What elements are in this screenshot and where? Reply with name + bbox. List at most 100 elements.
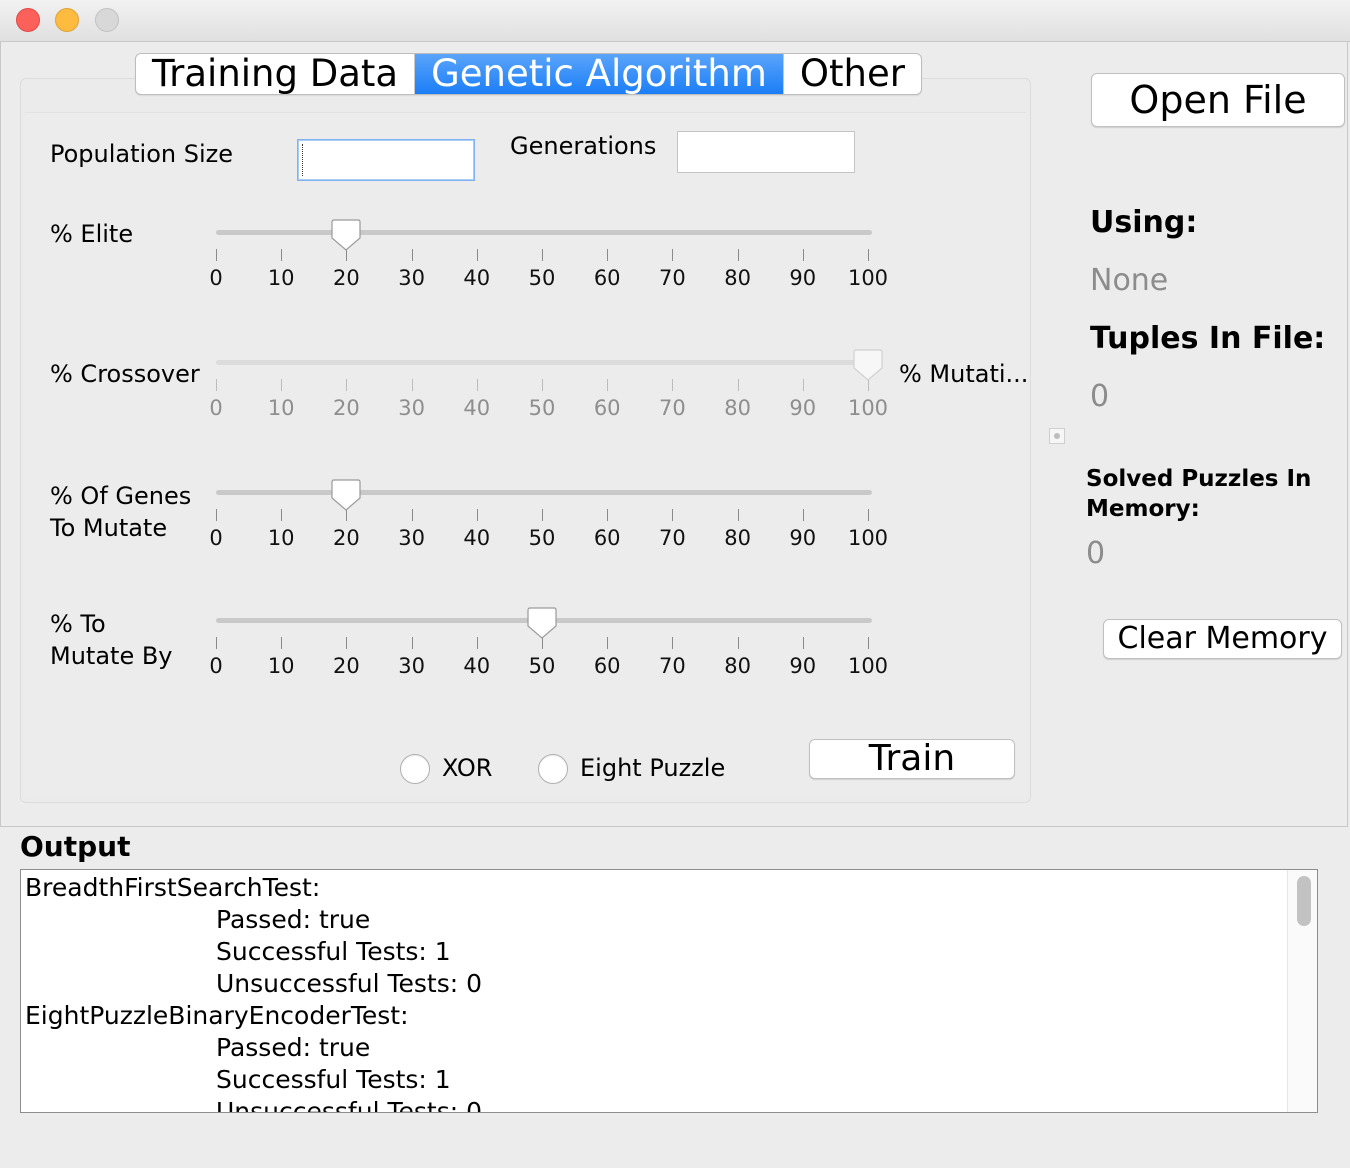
slider-track — [216, 230, 872, 235]
slider-tick — [411, 637, 413, 649]
slider-tick — [411, 249, 413, 261]
minimize-window-button[interactable] — [55, 8, 79, 32]
population-size-label: Population Size — [50, 140, 233, 168]
output-scrollbar[interactable] — [1287, 870, 1317, 1112]
slider-tick — [346, 637, 348, 649]
slider-tick-label: 90 — [789, 526, 817, 550]
slider-tick — [281, 509, 283, 521]
elite-label: % Elite — [50, 220, 134, 248]
mutate-by-slider[interactable]: 0 10 20 30 40 50 60 70 80 90 100 — [209, 606, 888, 678]
genes-to-mutate-label-line2: To Mutate — [50, 514, 168, 542]
output-line: Unsuccessful Tests: 0 — [216, 969, 483, 998]
tab-bar: Training Data Genetic Algorithm Other — [135, 53, 922, 95]
mutate-by-label-line2: Mutate By — [50, 642, 173, 670]
tab-other[interactable]: Other — [784, 54, 921, 94]
slider-tick-label: 30 — [398, 526, 425, 550]
slider-tick-label: 80 — [724, 654, 751, 678]
output-line: Unsuccessful Tests: 0 — [216, 1097, 483, 1113]
slider-tick — [607, 509, 609, 521]
slider-thumb[interactable] — [526, 606, 558, 640]
open-file-button[interactable]: Open File — [1091, 73, 1345, 127]
output-title: Output — [20, 830, 131, 863]
output-line: Successful Tests: 1 — [216, 1065, 451, 1094]
slider-tick-label: 60 — [593, 526, 621, 550]
output-line: Successful Tests: 1 — [216, 937, 451, 966]
slider-tick-label: 10 — [267, 526, 295, 550]
slider-tick-label: 100 — [847, 266, 889, 290]
slider-tick-label: 40 — [463, 526, 491, 550]
slider-tick-label: 10 — [267, 266, 295, 290]
slider-tick-label: 80 — [724, 266, 751, 290]
slider-track — [216, 360, 872, 365]
slider-tick — [802, 379, 804, 391]
slider-tick-label: 60 — [593, 396, 621, 420]
slider-tick-label: 50 — [528, 266, 556, 290]
train-button[interactable]: Train — [809, 739, 1015, 779]
slider-tick — [281, 637, 283, 649]
slider-tick-label: 100 — [847, 654, 889, 678]
zoom-window-button[interactable] — [95, 8, 119, 32]
close-window-button[interactable] — [16, 8, 40, 32]
slider-tick — [737, 509, 739, 521]
clear-memory-button[interactable]: Clear Memory — [1103, 619, 1342, 659]
slider-tick — [281, 249, 283, 261]
slider-tick — [737, 637, 739, 649]
genetic-algorithm-panel — [25, 112, 1026, 798]
slider-tick — [607, 637, 609, 649]
slider-tick-label: 10 — [267, 654, 295, 678]
slider-tick-label: 70 — [659, 654, 686, 678]
slider-tick-label: 30 — [398, 266, 425, 290]
slider-tick-label: 20 — [333, 396, 360, 420]
output-scrollbar-thumb[interactable] — [1297, 876, 1311, 926]
slider-tick-label: 70 — [659, 396, 686, 420]
slider-tick-label: 50 — [528, 396, 556, 420]
genes-to-mutate-slider[interactable]: 0 10 20 30 40 50 60 70 80 90 100 — [209, 478, 888, 550]
tab-training-data[interactable]: Training Data — [136, 54, 416, 94]
tab-genetic-algorithm[interactable]: Genetic Algorithm — [415, 54, 784, 94]
mutation-label: % Mutati... — [899, 360, 1029, 388]
slider-tick — [411, 509, 413, 521]
slider-tick — [542, 379, 543, 391]
slider-thumb[interactable] — [330, 218, 362, 252]
xor-radio[interactable] — [400, 754, 430, 784]
slider-tick-label: 50 — [528, 526, 556, 550]
slider-tick — [216, 249, 217, 261]
slider-tick — [672, 379, 674, 391]
elite-slider[interactable]: 0 10 20 30 40 50 60 70 80 90 100 — [209, 218, 888, 290]
generations-input[interactable] — [677, 131, 855, 173]
slider-tick — [737, 379, 739, 391]
slider-tick-label: 80 — [724, 396, 751, 420]
slider-tick-label: 20 — [333, 266, 360, 290]
slider-tick-label: 70 — [659, 526, 686, 550]
slider-tick-label: 90 — [789, 654, 817, 678]
slider-thumb — [852, 348, 884, 382]
eight-puzzle-radio[interactable] — [538, 754, 568, 784]
slider-thumb[interactable] — [330, 478, 362, 512]
output-line: BreadthFirstSearchTest: — [25, 873, 321, 902]
crossover-mutation-slider: 0 10 20 30 40 50 60 70 80 90 100 — [209, 349, 888, 420]
slider-tick-label: 40 — [463, 396, 491, 420]
slider-tick — [542, 509, 543, 521]
slider-tick-label: 0 — [209, 654, 223, 678]
population-size-input[interactable] — [297, 139, 475, 181]
slider-tick-label: 50 — [528, 654, 556, 678]
split-pane-divider-handle[interactable] — [1049, 428, 1065, 444]
output-text-area[interactable]: Unsuccessful Tests: 0 Successful Tests: 1… — [20, 869, 1318, 1113]
slider-tick-label: 20 — [333, 654, 360, 678]
slider-tick — [476, 509, 478, 521]
slider-tick — [802, 249, 804, 261]
output-line: Passed: true — [216, 905, 371, 934]
slider-tick — [672, 637, 674, 649]
using-label: Using: — [1090, 205, 1198, 240]
mutate-by-label-line1: % To — [50, 610, 106, 638]
output-line: Passed: true — [216, 1033, 371, 1062]
slider-tick-label: 70 — [659, 266, 686, 290]
slider-tick — [411, 379, 413, 391]
slider-tick-label: 60 — [593, 266, 621, 290]
tab-content-panel — [20, 78, 1031, 803]
generations-label: Generations — [510, 132, 657, 160]
slider-tick — [802, 637, 804, 649]
slider-tick — [672, 249, 674, 261]
slider-tick — [216, 509, 217, 521]
slider-tick-label: 60 — [593, 654, 621, 678]
